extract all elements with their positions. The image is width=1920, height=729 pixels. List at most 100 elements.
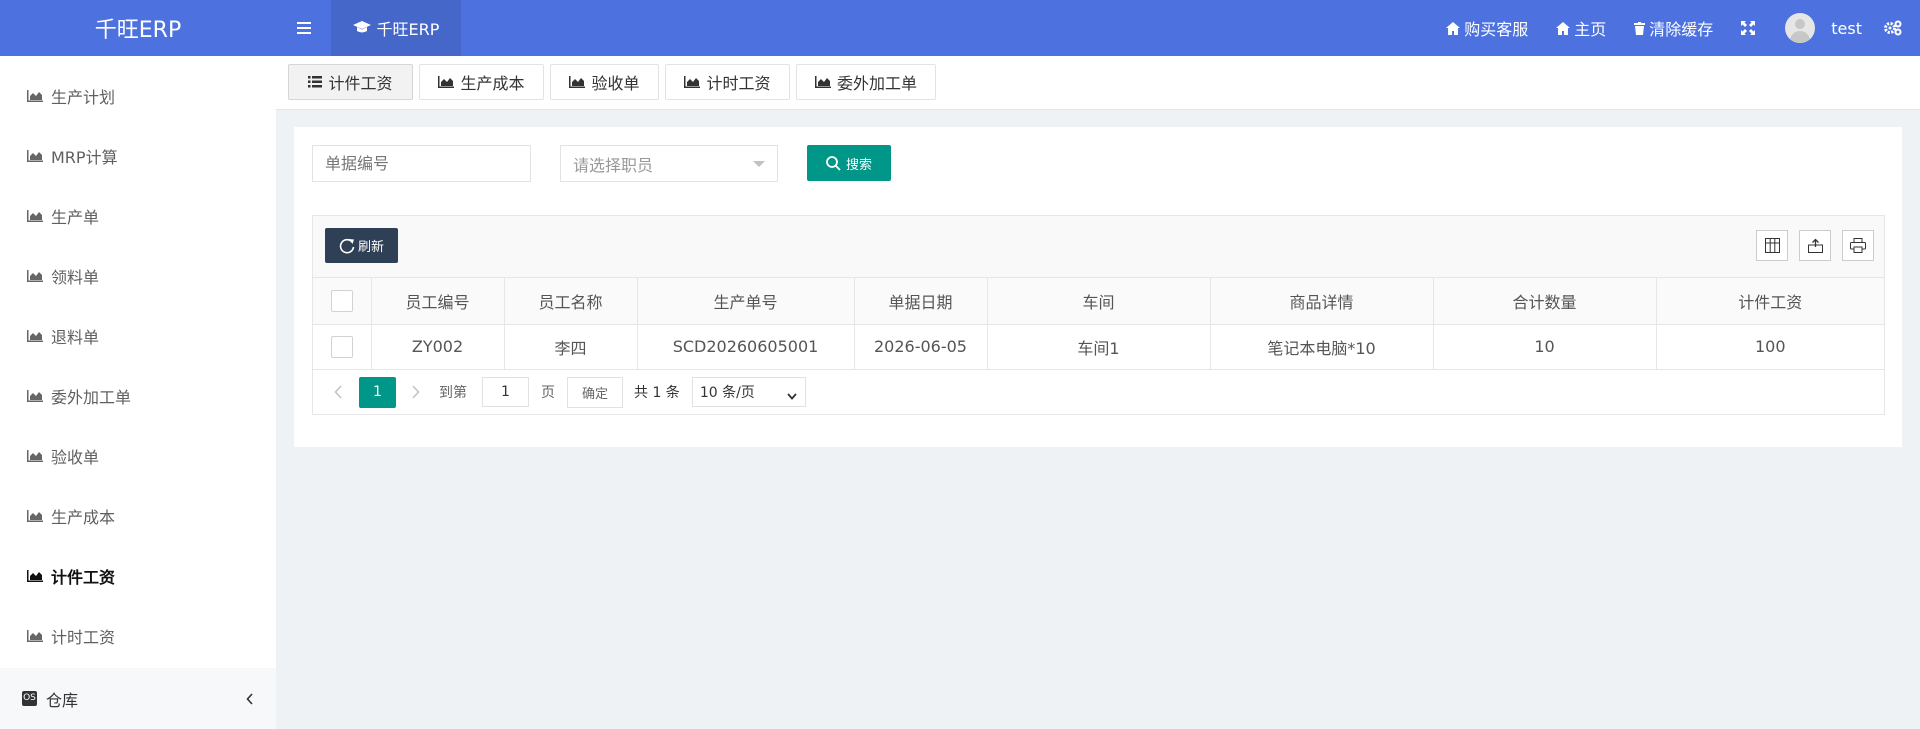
export-button[interactable] [1799, 230, 1831, 261]
graduation-cap-icon [352, 21, 371, 33]
clear-cache-label: 清除缓存 [1649, 20, 1714, 39]
buy-service-label: 购买客服 [1464, 20, 1529, 39]
goto-label: 到第 [439, 385, 467, 401]
page-tabs-bar: 计件工资 生产成本 验收单 计时工资 委外加工单 [276, 56, 1920, 110]
area-chart-icon [27, 330, 43, 342]
area-chart-icon [27, 90, 43, 102]
column-header[interactable]: 商品详情 [1210, 278, 1434, 325]
next-page-button[interactable] [405, 377, 427, 407]
table-row[interactable]: ZY002 李四 SCD20260605001 2026-06-05 车间1 笔… [313, 324, 1884, 370]
sidebar-group-warehouse[interactable]: OS 仓库 [0, 668, 276, 729]
sidebar-item-label: 生产成本 [51, 508, 116, 527]
expand-icon [1741, 21, 1756, 35]
sidebar-item-acceptance[interactable]: 验收单 [0, 426, 276, 486]
page-unit-label: 页 [541, 385, 555, 401]
doc-no-field[interactable] [312, 145, 531, 182]
fullscreen-button[interactable] [1727, 0, 1769, 56]
area-chart-icon [27, 450, 43, 462]
menu-toggle-button[interactable] [283, 0, 325, 56]
sidebar-item-material-requisition[interactable]: 领料单 [0, 246, 276, 306]
chevron-left-icon [334, 385, 342, 399]
page-size-select[interactable]: 10 条/页 [691, 377, 806, 407]
refresh-button-label: 刷新 [357, 240, 384, 255]
sidebar-item-label: 领料单 [51, 268, 100, 287]
sidebar: 生产计划 MRP计算 生产单 领料单 退料单 委外加工单 验收单 生产成本 计件… [0, 56, 276, 729]
area-chart-icon [684, 73, 701, 92]
table-cell: 李四 [504, 324, 638, 370]
tab-label: 委外加工单 [836, 74, 917, 93]
column-header[interactable]: 员工编号 [371, 278, 505, 325]
table-cell: SCD20260605001 [637, 324, 855, 370]
pagination: 1 到第 1 页 确定 共 1 条 10 条/页 [313, 370, 1884, 414]
sidebar-item-production-order[interactable]: 生产单 [0, 186, 276, 246]
tab-acceptance[interactable]: 验收单 [550, 64, 659, 100]
sidebar-item-production-cost[interactable]: 生产成本 [0, 486, 276, 546]
columns-filter-button[interactable] [1756, 230, 1788, 261]
export-icon [1807, 238, 1823, 253]
list-icon [308, 73, 323, 92]
tab-time-wage[interactable]: 计时工资 [665, 64, 790, 100]
tab-label: 计件工资 [328, 74, 393, 93]
table-cell: 2026-06-05 [854, 324, 988, 370]
home-icon [1556, 21, 1571, 35]
table-header-row: 员工编号 员工名称 生产单号 单据日期 车间 商品详情 合计数量 计件工资 [313, 278, 1884, 325]
column-header[interactable]: 合计数量 [1433, 278, 1657, 325]
page-size-value: 10 条/页 [699, 385, 755, 401]
buy-service-link[interactable]: 购买客服 [1432, 0, 1542, 56]
select-all-checkbox[interactable] [330, 289, 353, 312]
area-chart-icon [814, 73, 831, 92]
tab-piece-wage[interactable]: 计件工资 [288, 64, 413, 100]
warehouse-icon: OS [22, 691, 37, 706]
goto-page-input[interactable]: 1 [482, 377, 529, 407]
table-toolbar: 刷新 [313, 216, 1884, 278]
print-button[interactable] [1842, 230, 1874, 261]
goto-confirm-button[interactable]: 确定 [567, 376, 623, 408]
clear-cache-link[interactable]: 清除缓存 [1620, 0, 1727, 56]
sidebar-item-outsourcing[interactable]: 委外加工单 [0, 366, 276, 426]
column-header[interactable]: 单据日期 [854, 278, 988, 325]
employee-select[interactable]: 请选择职员 [560, 145, 778, 182]
main-panel: 请选择职员 搜索 刷新 [294, 127, 1902, 447]
area-chart-icon [569, 73, 586, 92]
chevron-left-icon[interactable] [246, 690, 254, 709]
table-cell: 车间1 [987, 324, 1211, 370]
tab-outsourcing[interactable]: 委外加工单 [796, 64, 936, 100]
sidebar-item-piece-wage[interactable]: 计件工资 [0, 546, 276, 606]
column-header[interactable]: 计件工资 [1656, 278, 1884, 325]
top-navbar: 千旺ERP 千旺ERP 购买客服 主页 清除缓存 test [0, 0, 1920, 56]
sidebar-item-label: 退料单 [51, 328, 100, 347]
area-chart-icon [27, 150, 43, 162]
home-icon [1446, 21, 1461, 35]
search-icon [826, 155, 841, 171]
column-header[interactable]: 车间 [987, 278, 1211, 325]
user-menu[interactable]: test [1769, 0, 1884, 56]
trash-icon [1634, 21, 1646, 35]
refresh-button[interactable]: 刷新 [325, 228, 398, 263]
search-button[interactable]: 搜索 [807, 145, 891, 181]
sidebar-item-label: 验收单 [51, 448, 100, 467]
column-header[interactable]: 生产单号 [637, 278, 855, 325]
tab-production-cost[interactable]: 生产成本 [419, 64, 544, 100]
search-button-label: 搜索 [845, 157, 872, 173]
sidebar-item-label: 委外加工单 [51, 388, 132, 407]
sidebar-item-time-wage[interactable]: 计时工资 [0, 606, 276, 666]
page-number-current[interactable]: 1 [359, 376, 396, 408]
area-chart-icon [27, 570, 43, 582]
print-icon [1850, 238, 1866, 253]
prev-page-button[interactable] [327, 377, 349, 407]
select-all-cell [313, 278, 372, 325]
hamburger-icon [297, 22, 311, 34]
home-link[interactable]: 主页 [1542, 0, 1620, 56]
top-module-tab[interactable]: 千旺ERP [331, 0, 461, 56]
doc-no-input[interactable] [325, 154, 530, 173]
row-checkbox[interactable] [330, 335, 353, 358]
sidebar-item-production-plan[interactable]: 生产计划 [0, 66, 276, 126]
sidebar-group-label: 仓库 [46, 690, 79, 710]
settings-button[interactable] [1884, 0, 1920, 56]
sidebar-item-material-return[interactable]: 退料单 [0, 306, 276, 366]
column-header[interactable]: 员工名称 [504, 278, 638, 325]
sidebar-item-mrp[interactable]: MRP计算 [0, 126, 276, 186]
app-logo[interactable]: 千旺ERP [0, 0, 276, 56]
area-chart-icon [438, 73, 455, 92]
top-module-tab-label: 千旺ERP [376, 20, 440, 39]
